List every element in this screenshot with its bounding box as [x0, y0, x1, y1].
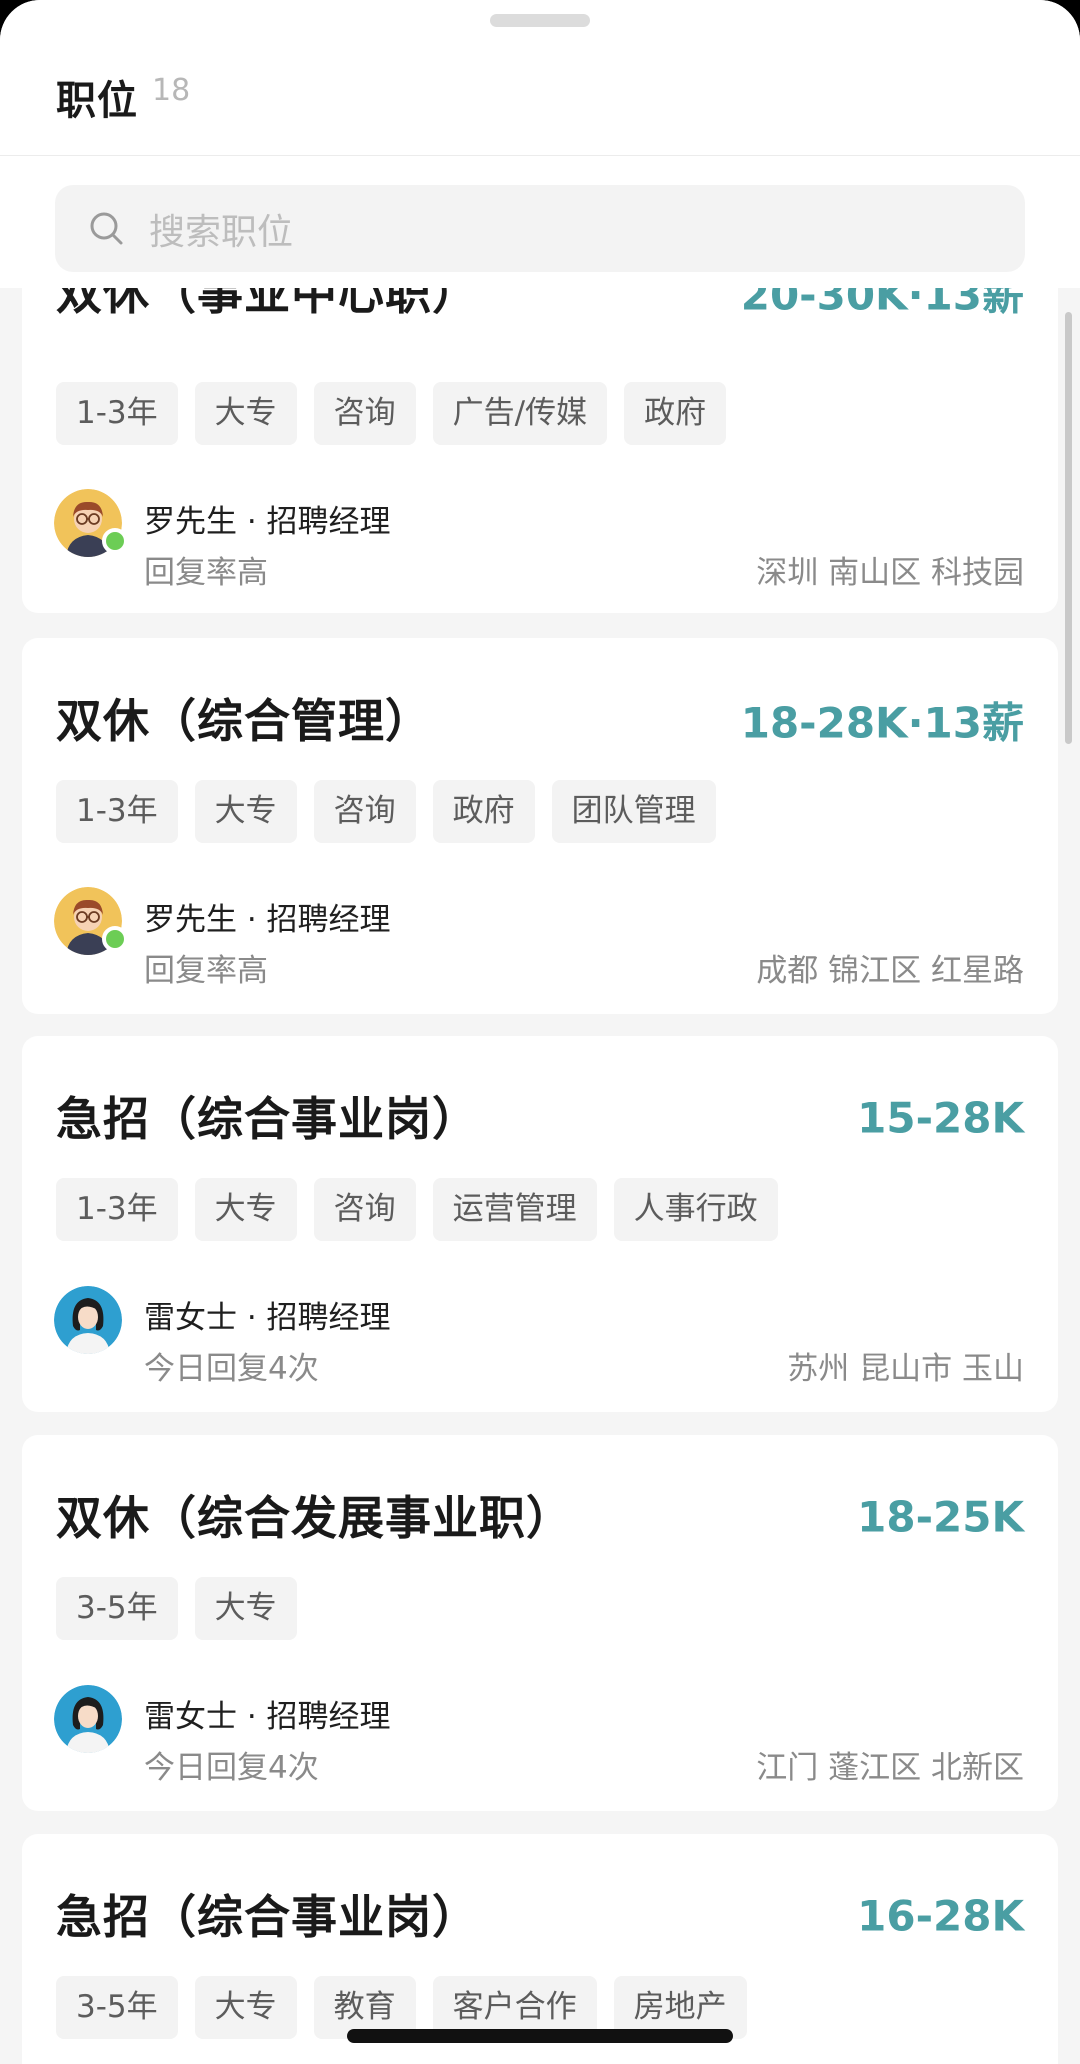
job-title: 双休（综合管理） [56, 694, 432, 748]
recruiter-name: 雷女士 · 招聘经理 [144, 1300, 391, 1336]
avatar-female-icon[interactable] [54, 1286, 122, 1354]
header-divider [0, 155, 1080, 156]
job-tag: 咨询 [313, 1178, 416, 1241]
job-salary: 15-28K [857, 1093, 1024, 1143]
job-tag: 广告/传媒 [432, 382, 608, 445]
job-tag: 大专 [194, 1577, 297, 1640]
sheet-header: 职位 18 搜索职位 [0, 0, 1080, 288]
job-list[interactable]: 双休（事业中心职） 20-30K·13薪 1-3年 大专 咨询 广告/传媒 政府… [22, 0, 1058, 2064]
home-indicator[interactable] [347, 2029, 733, 2043]
job-tag: 政府 [432, 780, 535, 843]
job-tag: 人事行政 [613, 1178, 778, 1241]
recruiter-activity: 今日回复4次 [144, 1750, 319, 1786]
job-location: 苏州 昆山市 玉山 [787, 1351, 1024, 1387]
job-card[interactable]: 双休（综合发展事业职） 18-25K 3-5年 大专 雷女士 · 招聘经理 今日… [22, 1435, 1058, 1811]
recruiter-activity: 今日回复4次 [144, 1351, 319, 1387]
job-title: 急招（综合事业岗） [56, 1092, 479, 1146]
job-count-badge: 18 [152, 73, 191, 108]
job-tag: 1-3年 [56, 382, 178, 445]
scrollbar[interactable] [1065, 312, 1072, 744]
job-tag: 3-5年 [56, 1577, 178, 1640]
job-tag: 咨询 [313, 780, 416, 843]
recruiter-activity: 回复率高 [144, 555, 268, 591]
job-list-sheet: 双休（事业中心职） 20-30K·13薪 1-3年 大专 咨询 广告/传媒 政府… [0, 0, 1080, 2064]
online-status-dot [102, 528, 128, 554]
search-icon [90, 212, 123, 244]
recruiter-name: 雷女士 · 招聘经理 [144, 1699, 391, 1735]
job-tag: 大专 [194, 780, 297, 843]
job-tag: 政府 [624, 382, 727, 445]
job-location: 江门 蓬江区 北新区 [756, 1750, 1024, 1786]
job-tags: 1-3年 大专 咨询 广告/传媒 政府 [56, 382, 727, 445]
job-tag: 大专 [194, 1178, 297, 1241]
job-salary: 18-25K [857, 1492, 1024, 1542]
job-card[interactable]: 双休（综合管理） 18-28K·13薪 1-3年 大专 咨询 政府 团队管理 罗… [22, 638, 1058, 1014]
recruiter-name: 罗先生 · 招聘经理 [144, 902, 391, 938]
page-title: 职位 [56, 78, 138, 124]
search-placeholder: 搜索职位 [149, 211, 294, 253]
recruiter-activity: 回复率高 [144, 953, 268, 989]
avatar-female-icon[interactable] [54, 1685, 122, 1753]
job-tags: 1-3年 大专 咨询 运营管理 人事行政 [56, 1178, 778, 1241]
job-tag: 1-3年 [56, 780, 178, 843]
job-tags: 3-5年 大专 [56, 1577, 297, 1640]
job-title: 双休（综合发展事业职） [56, 1491, 573, 1545]
job-salary: 16-28K [857, 1891, 1024, 1941]
job-tags: 1-3年 大专 咨询 政府 团队管理 [56, 780, 716, 843]
job-location: 成都 锦江区 红星路 [756, 953, 1024, 989]
job-tag: 1-3年 [56, 1178, 178, 1241]
recruiter-name: 罗先生 · 招聘经理 [144, 504, 391, 540]
job-tag: 大专 [194, 382, 297, 445]
job-tag: 大专 [194, 1976, 297, 2039]
sheet-drag-handle[interactable] [490, 14, 590, 27]
job-location: 深圳 南山区 科技园 [756, 555, 1024, 591]
job-card[interactable]: 急招（综合事业岗） 15-28K 1-3年 大专 咨询 运营管理 人事行政 雷女… [22, 1036, 1058, 1412]
job-salary: 18-28K·13薪 [740, 698, 1024, 748]
job-title: 急招（综合事业岗） [56, 1890, 479, 1944]
job-tag: 运营管理 [432, 1178, 597, 1241]
job-tag: 团队管理 [551, 780, 716, 843]
online-status-dot [102, 926, 128, 952]
search-input[interactable]: 搜索职位 [55, 185, 1025, 272]
job-tag: 3-5年 [56, 1976, 178, 2039]
job-tag: 咨询 [313, 382, 416, 445]
title-row: 职位 18 [56, 68, 190, 126]
